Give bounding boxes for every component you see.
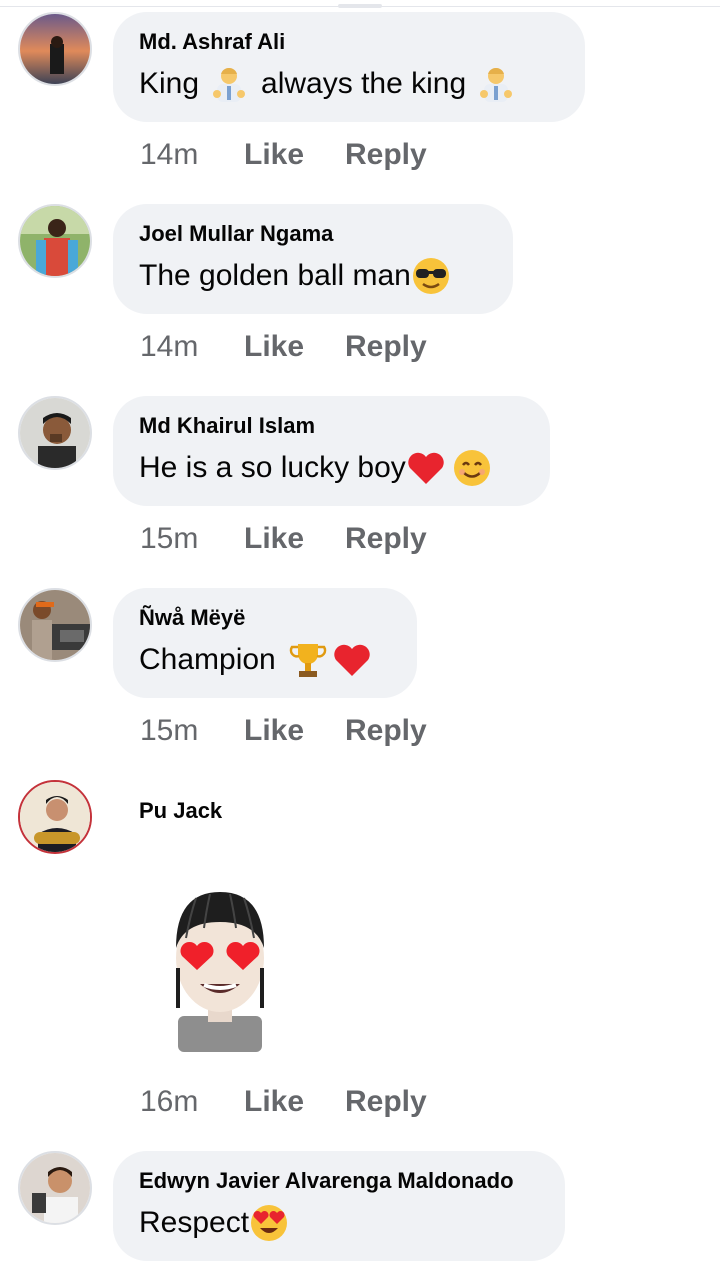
comment-text-part: He is a so lucky boy bbox=[139, 451, 406, 484]
heart-eyes-emoji bbox=[251, 1205, 288, 1241]
comment-time[interactable]: 16m bbox=[140, 1085, 244, 1119]
comment-author[interactable]: Pu Jack bbox=[139, 798, 222, 824]
reply-button[interactable]: Reply bbox=[345, 1085, 427, 1119]
comment-text-part: The golden ball man bbox=[139, 259, 411, 292]
red-heart-emoji bbox=[408, 452, 444, 484]
like-button[interactable]: Like bbox=[244, 138, 345, 172]
comment-time[interactable]: 15m bbox=[140, 714, 244, 748]
reply-button[interactable]: Reply bbox=[345, 330, 427, 364]
comment-actions: 14m Like Reply bbox=[140, 138, 427, 172]
comment-time[interactable]: 15m bbox=[140, 522, 244, 556]
avatar[interactable] bbox=[18, 588, 92, 662]
avatar[interactable] bbox=[18, 12, 92, 86]
avatar[interactable] bbox=[18, 780, 92, 854]
smiling-emoji bbox=[453, 450, 490, 486]
man-bowing-emoji bbox=[213, 67, 246, 102]
drag-handle[interactable] bbox=[338, 4, 382, 8]
comment-text: He is a so lucky boy bbox=[139, 448, 524, 488]
comment-bubble[interactable]: Md. Ashraf Ali King always the king bbox=[113, 12, 585, 122]
trophy-emoji bbox=[289, 644, 327, 677]
like-button[interactable]: Like bbox=[244, 714, 345, 748]
red-heart-emoji bbox=[334, 644, 370, 676]
comment-text: Champion bbox=[139, 640, 391, 680]
reply-button[interactable]: Reply bbox=[345, 522, 427, 556]
comment-author[interactable]: Md Khairul Islam bbox=[139, 412, 524, 440]
comment-text-part: Champion bbox=[139, 643, 276, 676]
comment-author[interactable]: Ñwå Mëyë bbox=[139, 604, 391, 632]
comment-text: The golden ball man bbox=[139, 256, 487, 296]
comment-text-part: always the king bbox=[261, 67, 467, 100]
comment-text-part: King bbox=[139, 67, 200, 100]
comment-text: Respect bbox=[139, 1203, 539, 1243]
avatar[interactable] bbox=[18, 1151, 92, 1225]
comment-bubble[interactable]: Ñwå Mëyë Champion bbox=[113, 588, 417, 698]
comment-bubble[interactable]: Md Khairul Islam He is a so lucky boy bbox=[113, 396, 550, 506]
comment-author[interactable]: Md. Ashraf Ali bbox=[139, 28, 559, 56]
comment-bubble[interactable]: Joel Mullar Ngama The golden ball man bbox=[113, 204, 513, 314]
reply-button[interactable]: Reply bbox=[345, 138, 427, 172]
comment-text: King always the king bbox=[139, 64, 559, 104]
comment-actions: 15m Like Reply bbox=[140, 522, 427, 556]
comment-bubble[interactable]: Edwyn Javier Alvarenga Maldonado Respect bbox=[113, 1151, 565, 1261]
comment-author[interactable]: Edwyn Javier Alvarenga Maldonado bbox=[139, 1167, 539, 1195]
comment-text-part: Respect bbox=[139, 1206, 250, 1239]
man-bowing-emoji bbox=[480, 67, 513, 102]
comment-actions: 14m Like Reply bbox=[140, 330, 427, 364]
reply-button[interactable]: Reply bbox=[345, 714, 427, 748]
like-button[interactable]: Like bbox=[244, 330, 345, 364]
comment-author[interactable]: Joel Mullar Ngama bbox=[139, 220, 487, 248]
avatar-sticker[interactable] bbox=[160, 888, 280, 1056]
avatar[interactable] bbox=[18, 204, 92, 278]
comment-actions: 15m Like Reply bbox=[140, 714, 427, 748]
comment-time[interactable]: 14m bbox=[140, 138, 244, 172]
like-button[interactable]: Like bbox=[244, 1085, 345, 1119]
avatar[interactable] bbox=[18, 396, 92, 470]
comment-time[interactable]: 14m bbox=[140, 330, 244, 364]
like-button[interactable]: Like bbox=[244, 522, 345, 556]
sunglasses-emoji bbox=[412, 258, 449, 294]
comment-actions: 16m Like Reply bbox=[140, 1085, 427, 1119]
